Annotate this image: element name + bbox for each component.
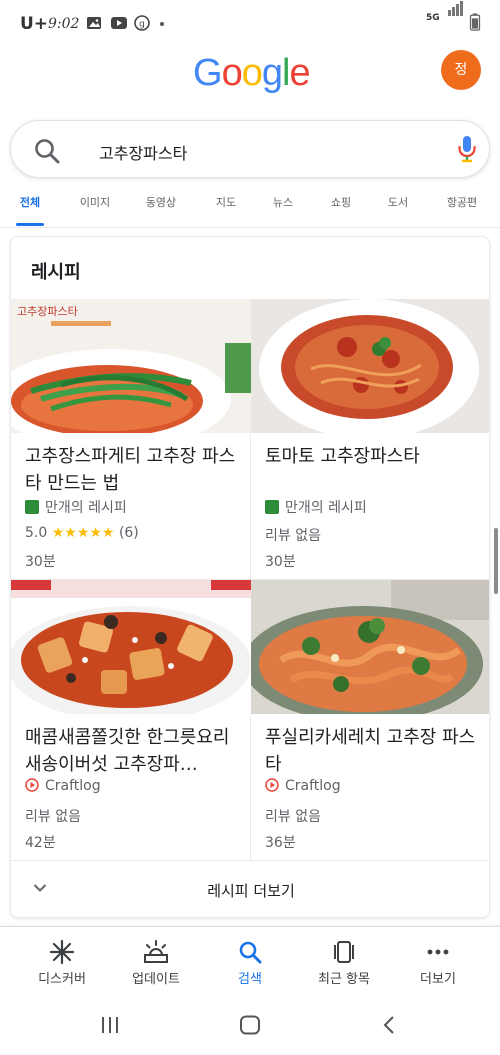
recipe-result[interactable]: 푸실리카세레치 고추장 파스타 Craftlog 리뷰 없음 36분 (251, 580, 489, 860)
tab-news[interactable]: 뉴스 (273, 194, 293, 210)
clock: 9:02 (48, 16, 80, 32)
youtube-icon (111, 17, 127, 29)
recent-apps-icon[interactable] (100, 1015, 120, 1035)
recipe-source: 만개의 레시피 (25, 497, 127, 517)
recent-icon (334, 941, 354, 963)
tab-maps[interactable]: 지도 (216, 194, 236, 210)
google-logo[interactable]: Google (193, 52, 311, 95)
manggae-recipe-favicon (25, 500, 39, 514)
rating-stars: ★★★★★ (51, 525, 115, 541)
recipe-result[interactable]: 매콤새콤쫄깃한 한그릇요리 새송이버섯 고추장파… Craftlog 리뷰 없음… (11, 580, 251, 860)
recipe-title[interactable]: 고추장스파게티 고추장 파스타 만드는 법 (25, 443, 241, 497)
account-avatar[interactable]: 정 (441, 50, 481, 90)
nav-discover[interactable]: 디스커버 (12, 935, 112, 995)
recipe-result[interactable]: 고추장파스타 고추장스파게티 고추장 파스타 만드는 법 만개의 레시피 5.0… (11, 299, 251, 579)
search-icon (239, 941, 262, 964)
svg-text:고추장파스타: 고추장파스타 (17, 305, 78, 318)
recipe-thumbnail[interactable]: 고추장파스타 (11, 299, 251, 433)
scrollbar[interactable] (494, 528, 498, 594)
craftlog-favicon (25, 778, 39, 792)
recipe-thumbnail[interactable] (251, 580, 489, 714)
nav-search[interactable]: 검색 (200, 935, 300, 995)
system-navigation-bar (0, 998, 500, 1055)
microphone-icon[interactable] (456, 134, 478, 166)
recipe-title[interactable]: 토마토 고추장파스타 (265, 443, 481, 470)
back-icon[interactable] (382, 1015, 396, 1035)
tab-books[interactable]: 도서 (388, 194, 408, 210)
recipe-time: 36분 (265, 835, 296, 851)
manggae-recipe-favicon (265, 500, 279, 514)
more-recipes-button[interactable]: 레시피 더보기 (11, 861, 489, 917)
updates-icon (144, 940, 168, 963)
status-bar: U+ 9:02 g 5G (0, 0, 500, 46)
gallery-icon (87, 17, 101, 29)
recipe-thumbnail[interactable] (251, 299, 489, 433)
recipe-title[interactable]: 푸실리카세레치 고추장 파스타 (265, 724, 481, 778)
search-icon[interactable] (33, 137, 61, 165)
recipe-thumbnail[interactable] (11, 580, 251, 714)
tab-shopping[interactable]: 쇼핑 (331, 194, 351, 210)
nav-recent[interactable]: 최근 항목 (294, 935, 394, 995)
recipe-title[interactable]: 매콤새콤쫄깃한 한그릇요리 새송이버섯 고추장파… (25, 724, 241, 778)
recipes-card: 레시피 고추장파스타 고추장스파게티 고추장 파스타 만드는 법 만개의 레시피 (10, 236, 490, 918)
tab-images[interactable]: 이미지 (80, 194, 110, 210)
recipe-review: 리뷰 없음 (265, 528, 321, 544)
more-dots-icon (427, 949, 449, 955)
bottom-navigation: 디스커버 업데이트 검색 최근 항목 더보기 (0, 926, 500, 998)
asterisk-icon (49, 939, 75, 965)
recipe-rating: 5.0 ★★★★★ (6) (25, 525, 139, 541)
recipe-review: 리뷰 없음 (265, 809, 321, 825)
search-tabs: 전체 이미지 동영상 지도 뉴스 쇼핑 도서 항공편 (0, 188, 500, 228)
tab-videos[interactable]: 동영상 (146, 194, 176, 210)
recipe-time: 30분 (265, 554, 296, 570)
recipe-source: Craftlog (265, 778, 341, 794)
search-bar[interactable]: 고추장파스타 (10, 120, 490, 178)
craftlog-favicon (265, 778, 279, 792)
recipe-result[interactable]: 토마토 고추장파스타 만개의 레시피 리뷰 없음 30분 (251, 299, 489, 579)
g-notification-icon: g (134, 15, 150, 31)
more-notifications-dot (160, 22, 164, 26)
carrier-label: U+ (20, 14, 49, 34)
tab-all[interactable]: 전체 (20, 194, 40, 210)
nav-more[interactable]: 더보기 (388, 935, 488, 995)
tab-flights[interactable]: 항공편 (447, 194, 477, 210)
more-recipes-label: 레시피 더보기 (207, 882, 295, 900)
svg-text:g: g (139, 20, 145, 30)
recipe-time: 30분 (25, 554, 56, 570)
recipe-time: 42분 (25, 835, 56, 851)
search-query[interactable]: 고추장파스타 (99, 140, 187, 164)
nav-updates[interactable]: 업데이트 (106, 935, 206, 995)
recipe-review: 리뷰 없음 (25, 809, 81, 825)
network-indicator: 5G (426, 13, 440, 23)
battery-icon (469, 13, 481, 31)
home-icon[interactable] (239, 1015, 261, 1035)
card-title: 레시피 (31, 262, 81, 283)
active-tab-indicator (16, 223, 44, 226)
recipe-source: Craftlog (25, 778, 101, 794)
recipe-source: 만개의 레시피 (265, 497, 367, 517)
